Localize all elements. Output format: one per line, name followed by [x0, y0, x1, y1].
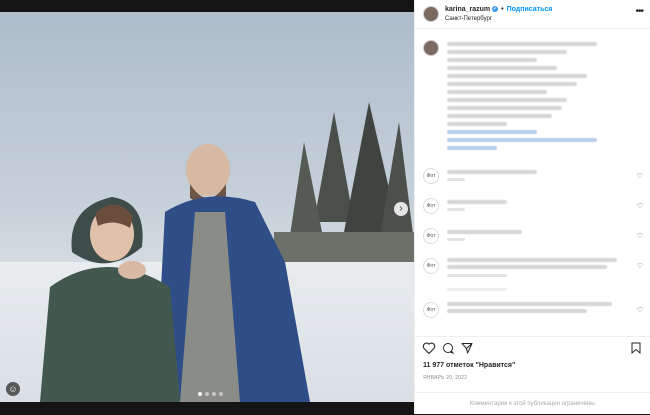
caption-hashtags[interactable]: [447, 138, 597, 142]
caption-line: [447, 122, 507, 126]
heart-icon[interactable]: ♡: [637, 262, 643, 270]
caption-hashtags[interactable]: [447, 130, 537, 134]
caption-line: [447, 74, 587, 78]
separator: •: [501, 6, 504, 13]
post-photo[interactable]: › ☺: [0, 12, 414, 402]
more-icon[interactable]: •••: [635, 6, 643, 17]
comment-text: [447, 170, 537, 174]
comment-meta: [447, 178, 465, 181]
commenter-avatar[interactable]: Фот: [423, 228, 439, 244]
comments-scroll[interactable]: Фот ♡ Фот ♡ Фот ♡ Фот ♡ Фот ♡: [415, 34, 650, 334]
carousel-dot: [198, 392, 202, 396]
comment-item: Фот ♡: [415, 224, 650, 254]
heart-icon[interactable]: ♡: [637, 306, 643, 314]
caption-line: [447, 114, 552, 118]
bookmark-icon[interactable]: [631, 342, 641, 354]
caption-line: [447, 98, 567, 102]
comment-item: Фот ♡: [415, 194, 650, 224]
heart-icon[interactable]: ♡: [637, 172, 643, 180]
commenter-avatar[interactable]: Фот: [423, 198, 439, 214]
comment-text: [447, 265, 607, 269]
photo-woman: [40, 197, 180, 402]
heart-icon[interactable]: ♡: [637, 202, 643, 210]
post-side-panel: karina_razum ✓ • Подписаться Санкт-Петербур…: [414, 0, 650, 414]
comment-item: Фот ♡: [415, 164, 650, 194]
comment-text: [447, 230, 522, 234]
next-photo-button[interactable]: ›: [394, 202, 408, 216]
caption-line: [447, 82, 577, 86]
comment-meta: [447, 274, 507, 277]
carousel-dot: [219, 392, 223, 396]
comments-disabled-notice: Комментарии к этой публикации ограничены…: [415, 392, 650, 415]
post-location[interactable]: Санкт-Петербург: [445, 16, 492, 22]
author-line: karina_razum ✓ • Подписаться: [445, 6, 552, 13]
post-header: karina_razum ✓ • Подписаться Санкт-Петербур…: [415, 0, 650, 29]
caption-line: [447, 58, 537, 62]
commenter-avatar[interactable]: Фот: [423, 258, 439, 274]
carousel-dot: [205, 392, 209, 396]
caption-line: [447, 90, 547, 94]
follow-button[interactable]: Подписаться: [507, 6, 553, 13]
comment-meta: [447, 208, 465, 211]
comment-item: Фот ♡: [415, 298, 650, 328]
commenter-avatar[interactable]: Фот: [423, 302, 439, 318]
comment-item: Фот ♡: [415, 254, 650, 298]
commenter-avatar[interactable]: Фот: [423, 168, 439, 184]
caption-line: [447, 42, 597, 46]
caption-line: [447, 66, 557, 70]
likes-count[interactable]: 11 977 отметок "Нравится": [423, 362, 515, 369]
carousel-dots: [198, 392, 223, 396]
verified-icon: ✓: [492, 6, 499, 13]
comment-text: [447, 309, 587, 313]
caption-avatar[interactable]: [423, 40, 439, 56]
author-avatar[interactable]: [423, 6, 439, 22]
heart-icon[interactable]: [422, 342, 436, 354]
user-tag-button[interactable]: ☺: [6, 382, 20, 396]
heart-icon[interactable]: ♡: [637, 232, 643, 240]
caption-line: [447, 50, 567, 54]
comment-text: [447, 258, 617, 262]
comment-text: [447, 200, 507, 204]
post-date: ЯНВАРЬ 20, 2022: [423, 375, 468, 381]
caption-hashtags[interactable]: [447, 146, 497, 150]
caption-line: [447, 106, 562, 110]
share-icon[interactable]: [461, 342, 473, 354]
carousel-dot: [212, 392, 216, 396]
author-username[interactable]: karina_razum: [445, 6, 490, 13]
post-actions: [415, 336, 650, 357]
comment-text: [447, 302, 612, 306]
comment-meta: [447, 238, 465, 241]
view-replies[interactable]: [447, 288, 507, 291]
post-caption: [415, 34, 650, 164]
comment-icon[interactable]: [442, 342, 454, 354]
